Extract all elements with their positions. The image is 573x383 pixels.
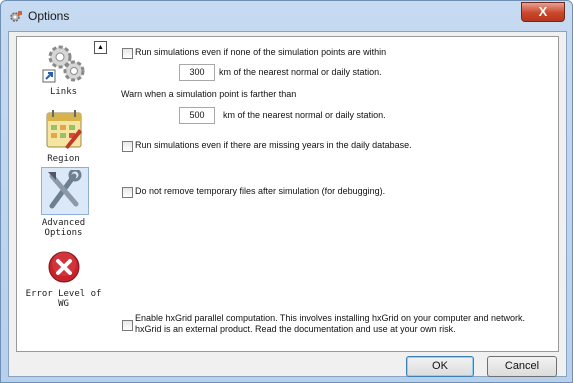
warn-distance-suffix: km of the nearest normal or daily statio… [223,110,386,120]
category-sidebar: ▲ Links Region Advanced Options Error Le… [16,36,111,352]
advanced-options-panel: Run simulations even if none of the simu… [109,36,559,352]
warn-distance-km-input[interactable]: 500 [179,107,215,124]
keep-temp-files-checkbox[interactable] [122,187,133,198]
options-app-icon [10,11,22,22]
sidebar-item-label: Options [44,228,83,238]
close-icon: X [538,4,548,19]
sidebar-item-label: Advanced [41,218,86,228]
options-window: Options X ▲ Links Region Advanced Option… [0,0,573,383]
missing-years-label: Run simulations even if there are missin… [135,140,412,150]
hxgrid-label-line1: Enable hxGrid parallel computation. This… [135,313,526,323]
links-gears-icon [42,45,85,83]
sidebar-item-label: WG [58,299,69,309]
error-icon [48,251,80,283]
keep-temp-files-label: Do not remove temporary files after simu… [135,186,386,196]
region-calendar-icon [46,110,82,149]
hxgrid-label-line2: hxGrid is an external product. Read the … [135,324,456,334]
ok-button[interactable]: OK [406,356,474,377]
hxgrid-checkbox[interactable] [122,320,133,331]
cancel-button[interactable]: Cancel [487,356,557,377]
run-outside-radius-suffix: km of the nearest normal or daily statio… [219,67,382,77]
dialog-body: ▲ Links Region Advanced Options Error Le… [8,31,567,377]
run-outside-radius-label: Run simulations even if none of the simu… [135,47,387,57]
window-title: Options [28,9,70,23]
sidebar-item-label: Error Level of [25,289,102,299]
title-bar[interactable]: Options X [1,1,572,31]
sidebar-item-label: Links [49,87,78,97]
warn-distance-label: Warn when a simulation point is farther … [121,89,297,99]
sidebar-scroll-up-button[interactable]: ▲ [94,41,107,54]
sidebar-item-label: Region [47,154,80,164]
advanced-tools-icon [48,170,82,209]
close-button[interactable]: X [521,2,565,22]
run-outside-radius-checkbox[interactable] [122,48,133,59]
run-outside-radius-km-input[interactable]: 300 [179,64,215,81]
missing-years-checkbox[interactable] [122,141,133,152]
